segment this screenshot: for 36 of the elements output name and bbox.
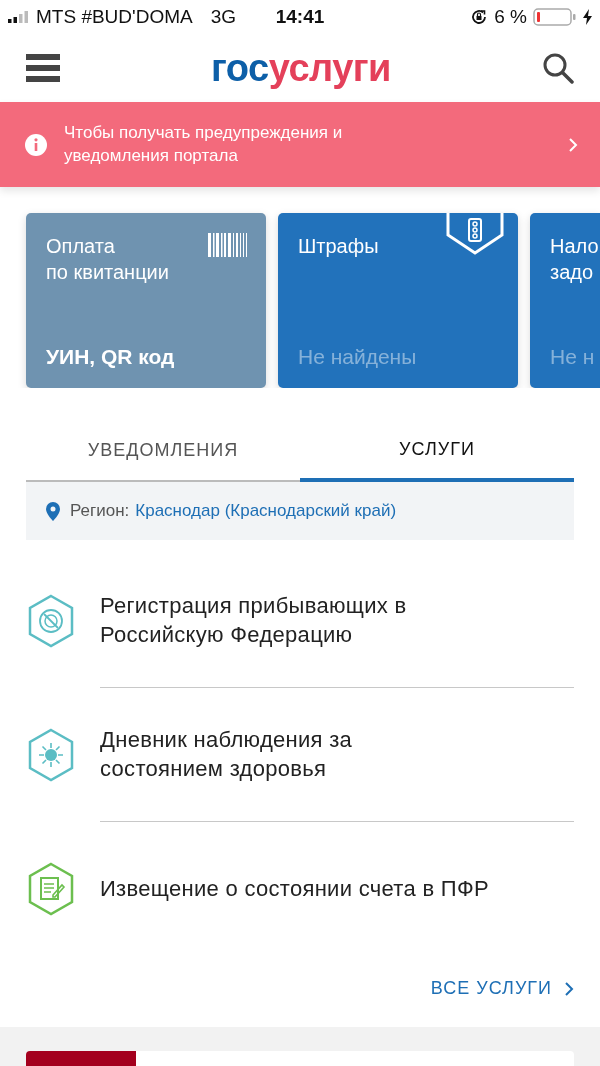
service-title[interactable]: Дневник наблюдения за состоянием здоровья [100, 725, 480, 784]
sun-icon [26, 728, 76, 782]
location-pin-icon [46, 501, 60, 521]
service-title[interactable]: Регистрация прибывающих в Российскую Федерацию [100, 591, 480, 650]
banner-text: Чтобы получать предупреждения и уведомления портала [64, 121, 344, 167]
card-title: Оплата по квитанции [46, 234, 169, 285]
card-title: Штрафы [298, 234, 379, 259]
service-title[interactable]: Извещение о состоянии счета в ПФР [100, 874, 489, 904]
card-title: Нало задо [550, 234, 599, 285]
search-icon[interactable] [542, 52, 574, 84]
rotation-lock-icon [470, 8, 489, 26]
menu-icon[interactable] [26, 54, 60, 82]
all-services-link[interactable]: ВСЕ УСЛУГИ [430, 978, 574, 999]
service-card[interactable]: Оплата по квитанции УИН, QR код [26, 213, 266, 388]
service-card[interactable]: Штрафы Не найдены [278, 213, 518, 388]
barcode-icon [208, 233, 248, 257]
info-icon [24, 132, 48, 157]
carrier-name: MTS #BUD'DOMA [36, 6, 193, 28]
clock-time: 14:41 [275, 6, 325, 28]
site-logo: госуслуги [211, 46, 391, 90]
traffic-light-icon [446, 213, 504, 255]
card-subtitle: Не н [550, 343, 596, 370]
notification-banner[interactable]: Чтобы получать предупреждения и уведомления портала [0, 102, 600, 187]
card-subtitle: УИН, QR код [46, 343, 176, 370]
battery-percent: 6 % [494, 6, 527, 28]
chevron-right-icon [568, 136, 578, 153]
service-card[interactable]: Нало задо Не н [530, 213, 600, 388]
chevron-right-icon [564, 980, 574, 997]
region-label: Регион: [70, 501, 130, 521]
signal-icon [8, 11, 30, 23]
document-icon [26, 862, 76, 916]
region-link[interactable]: Краснодар (Краснодарский край) [135, 501, 397, 521]
battery-icon [533, 7, 577, 27]
network-type: 3G [210, 6, 237, 28]
charging-icon [583, 9, 592, 25]
card-subtitle: Не найдены [298, 343, 418, 370]
